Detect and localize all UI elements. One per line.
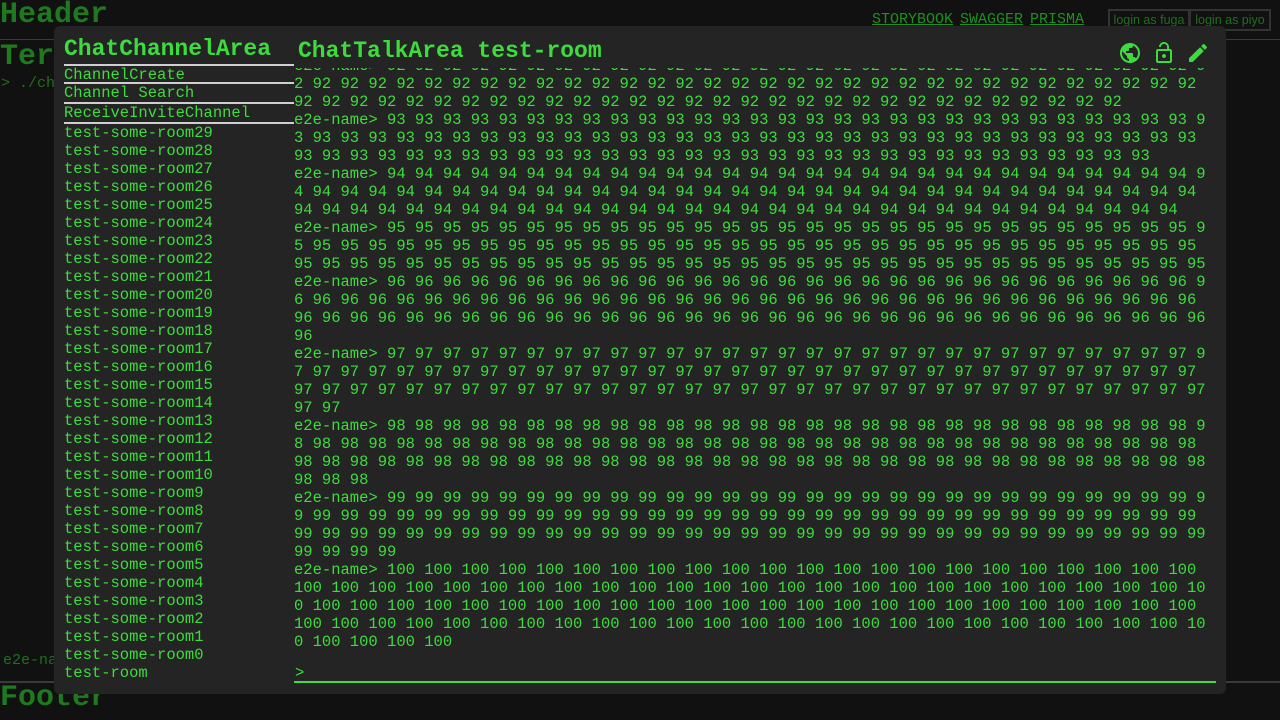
channel-search-button[interactable]: Channel Search <box>64 84 294 104</box>
message-separator: > <box>368 111 388 129</box>
channel-item[interactable]: test-some-room4 <box>64 574 294 592</box>
message-input[interactable] <box>310 661 1210 681</box>
chat-message: e2e-name> 97 97 97 97 97 97 97 97 97 97 … <box>294 345 1210 417</box>
message-user: e2e-name <box>294 219 369 237</box>
message-user: e2e-name <box>294 345 369 363</box>
pencil-icon[interactable] <box>1186 41 1210 65</box>
lock-open-icon[interactable] <box>1152 41 1176 65</box>
message-text: 94 94 94 94 94 94 94 94 94 94 94 94 94 9… <box>294 165 1206 219</box>
message-text: 96 96 96 96 96 96 96 96 96 96 96 96 96 9… <box>294 273 1215 345</box>
channel-item[interactable]: test-some-room12 <box>64 430 294 448</box>
channel-item[interactable]: test-some-room8 <box>64 502 294 520</box>
chat-message: e2e-name> 92 92 92 92 92 92 92 92 92 92 … <box>294 68 1210 111</box>
channel-item[interactable]: test-some-room27 <box>64 160 294 178</box>
message-separator: > <box>368 273 388 291</box>
channel-item[interactable]: test-some-room23 <box>64 232 294 250</box>
channel-item[interactable]: test-some-room10 <box>64 466 294 484</box>
channel-item[interactable]: test-some-room28 <box>64 142 294 160</box>
channel-item[interactable]: test-some-room1 <box>64 628 294 646</box>
channel-item[interactable]: test-some-room22 <box>64 250 294 268</box>
message-text: 98 98 98 98 98 98 98 98 98 98 98 98 98 9… <box>294 417 1215 489</box>
input-prompt: > <box>295 664 305 682</box>
chat-message: e2e-name> 95 95 95 95 95 95 95 95 95 95 … <box>294 219 1210 273</box>
message-user: e2e-name <box>294 489 369 507</box>
channel-item[interactable]: test-some-room0 <box>64 646 294 664</box>
channel-item[interactable]: test-some-room14 <box>64 394 294 412</box>
chat-message: e2e-name> 93 93 93 93 93 93 93 93 93 93 … <box>294 111 1210 165</box>
message-separator: > <box>368 165 388 183</box>
message-text: 100 100 100 100 100 100 100 100 100 100 … <box>294 561 1206 651</box>
message-text: 93 93 93 93 93 93 93 93 93 93 93 93 93 9… <box>294 111 1206 165</box>
message-text: 95 95 95 95 95 95 95 95 95 95 95 95 95 9… <box>294 219 1206 273</box>
message-user: e2e-name <box>294 273 369 291</box>
message-user: e2e-name <box>294 165 369 183</box>
channel-area-title: ChatChannelArea <box>64 36 272 62</box>
channel-item[interactable]: test-some-room19 <box>64 304 294 322</box>
channel-item[interactable]: test-some-room17 <box>64 340 294 358</box>
channel-item[interactable]: test-room <box>64 664 294 682</box>
channel-item[interactable]: test-some-room20 <box>64 286 294 304</box>
talk-area-title: ChatTalkArea test-room <box>298 38 602 64</box>
channel-item[interactable]: test-some-room6 <box>64 538 294 556</box>
message-separator: > <box>368 68 387 75</box>
channel-item[interactable]: test-some-room3 <box>64 592 294 610</box>
channel-item[interactable]: test-some-room25 <box>64 196 294 214</box>
chat-message: e2e-name> 94 94 94 94 94 94 94 94 94 94 … <box>294 165 1210 219</box>
chat-modal: ChatChannelArea ChannelCreate Channel Se… <box>54 26 1226 694</box>
channel-item[interactable]: test-some-room24 <box>64 214 294 232</box>
channel-item[interactable]: test-some-room9 <box>64 484 294 502</box>
channel-item[interactable]: test-some-room11 <box>64 448 294 466</box>
message-list[interactable]: e2e-name> 92 92 92 92 92 92 92 92 92 92 … <box>294 68 1216 651</box>
message-text: 92 92 92 92 92 92 92 92 92 92 92 92 92 9… <box>294 68 1206 111</box>
message-input-row: > <box>294 657 1216 683</box>
chat-channel-area: ChatChannelArea ChannelCreate Channel Se… <box>64 34 294 689</box>
chat-message: e2e-name> 100 100 100 100 100 100 100 10… <box>294 561 1210 651</box>
message-list-inner: e2e-name> 92 92 92 92 92 92 92 92 92 92 … <box>294 68 1216 651</box>
message-separator: > <box>368 489 388 507</box>
channel-item[interactable]: test-some-room29 <box>64 124 294 142</box>
talk-area-toolbar <box>1118 41 1210 65</box>
chat-talk-area: ChatTalkArea test-room e2e-name> 92 92 9… <box>294 34 1216 689</box>
chat-message: e2e-name> 96 96 96 96 96 96 96 96 96 96 … <box>294 273 1210 345</box>
globe-icon[interactable] <box>1118 41 1142 65</box>
chat-message: e2e-name> 99 99 99 99 99 99 99 99 99 99 … <box>294 489 1210 561</box>
channel-item[interactable]: test-some-room15 <box>64 376 294 394</box>
message-user: e2e-name <box>294 561 369 579</box>
channel-list: test-some-room29 test-some-room28 test-som… <box>64 124 294 682</box>
message-separator: > <box>368 561 388 579</box>
message-separator: > <box>368 417 388 435</box>
message-user: e2e-name <box>294 417 369 435</box>
terminal-prompt: > ./ch <box>1 75 56 92</box>
channel-item[interactable]: test-some-room2 <box>64 610 294 628</box>
message-separator: > <box>368 345 388 363</box>
terminal-output: e2e-na <box>3 652 58 669</box>
channel-item[interactable]: test-some-room18 <box>64 322 294 340</box>
message-separator: > <box>368 219 388 237</box>
receive-invite-channel-button[interactable]: ReceiveInviteChannel <box>64 104 294 124</box>
message-text: 99 99 99 99 99 99 99 99 99 99 99 99 99 9… <box>294 489 1215 561</box>
message-user: e2e-name <box>294 111 369 129</box>
chat-message: e2e-name> 98 98 98 98 98 98 98 98 98 98 … <box>294 417 1210 489</box>
message-user: e2e-name <box>294 68 368 75</box>
message-text: 97 97 97 97 97 97 97 97 97 97 97 97 97 9… <box>294 345 1215 417</box>
channel-item[interactable]: test-some-room7 <box>64 520 294 538</box>
channel-item[interactable]: test-some-room5 <box>64 556 294 574</box>
channel-item[interactable]: test-some-room26 <box>64 178 294 196</box>
channel-actions: ChannelCreate Channel Search ReceiveInvi… <box>64 64 294 124</box>
channel-item[interactable]: test-some-room13 <box>64 412 294 430</box>
channel-create-button[interactable]: ChannelCreate <box>64 64 294 84</box>
channel-item[interactable]: test-some-room21 <box>64 268 294 286</box>
channel-item[interactable]: test-some-room16 <box>64 358 294 376</box>
